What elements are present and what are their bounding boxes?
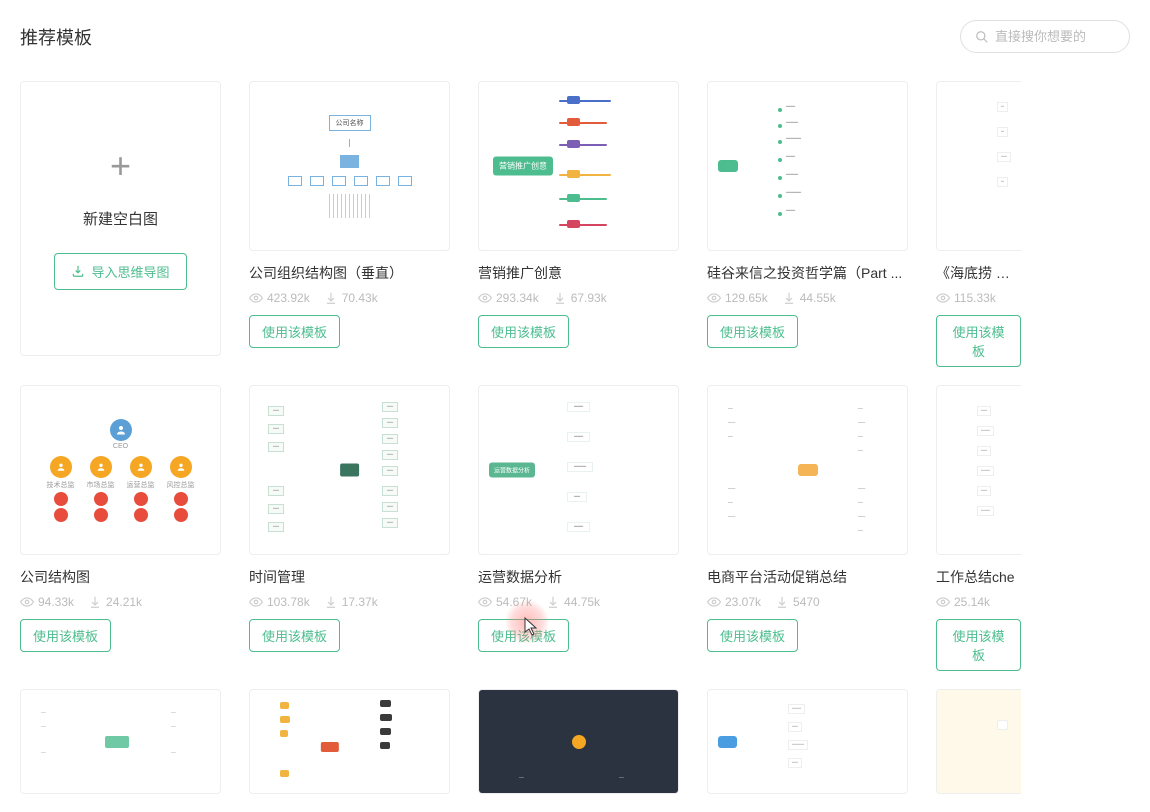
template-stats: 25.14k [936,595,1021,609]
template-thumbnail[interactable] [249,689,450,794]
template-title: 公司组织结构图（垂直） [249,263,450,283]
template-stats: 115.33k [936,291,1021,305]
use-template-button[interactable]: 使用该模板 [707,619,798,652]
new-blank-card[interactable]: + 新建空白图 导入思维导图 [20,81,221,356]
import-label: 导入思维导图 [91,262,169,281]
template-thumbnail[interactable]: ━━━━━ ━━━━━━ [707,689,908,794]
views-icon [249,291,263,305]
template-stats: 423.92k 70.43k [249,291,450,305]
downloads-icon [553,291,567,305]
template-title: 硅谷来信之投资哲学篇（Part ... [707,263,908,283]
template-card: CEO 技术总监 市场总监 运营总监 风控总监 公司结构图 94.33k 24.… [20,385,221,671]
plus-icon: + [110,148,131,184]
downloads-icon [775,595,789,609]
template-title: 营销推广创意 [478,263,679,283]
views-icon [478,595,492,609]
search-input[interactable] [995,29,1115,44]
downloads-icon [324,291,338,305]
template-title: 时间管理 [249,567,450,587]
template-stats: 23.07k 5470 [707,595,908,609]
downloads-icon [546,595,560,609]
views-icon [707,595,721,609]
page-title: 推荐模板 [20,24,92,50]
template-card: ━━━━━━ ━━━━━━ ━━━━━━ ━━━━ ━━━━━━ 时间管理 10… [249,385,450,671]
new-blank-label: 新建空白图 [83,208,158,229]
use-template-button[interactable]: 使用该模板 [20,619,111,652]
template-card: ━━━ ━━━━ ━━━━━ ━━━ ━━━━ ━━━━━ ━━━ 硅谷来信之投… [707,81,908,367]
template-title: 运营数据分析 [478,567,679,587]
template-card: ━━━━ ━━━━ ━━━━ [20,689,221,794]
template-card: ━━━ ━━━━ ━━━━ ━━━━ 《海底捞 你学 115.33k 使用该模板 [936,81,1021,367]
downloads-icon [782,291,796,305]
template-thumbnail[interactable]: ━━━ ━━━━ ━━━━ ━━━━ [936,81,1021,251]
downloads-icon [324,595,338,609]
views-icon [707,291,721,305]
use-template-button[interactable]: 使用该模板 [936,315,1021,367]
template-thumbnail[interactable]: ━━━━ ━━━━ ━━━━ [20,689,221,794]
template-thumbnail[interactable]: ━━━━━ ━━━━━ ━━━━━ [936,385,1021,555]
template-card: 公司名称 公司组织结构图（垂直） 423.92k 70.43k 使用该模板 [249,81,450,367]
template-card: ━━━━━ ━━━━━ ━━━━━ ━━━━━ ━━━━ ━━━━━ ━━━━━… [707,385,908,671]
template-thumbnail[interactable]: 公司名称 [249,81,450,251]
views-icon [936,595,950,609]
use-template-button[interactable]: 使用该模板 [249,315,340,348]
template-thumbnail[interactable]: ━━━━ [478,689,679,794]
views-icon [478,291,492,305]
template-card: 运营数据分析 ━━━ ━━━ ━━━━ ━━ ━━━ 运营数据分析 54.67k… [478,385,679,671]
views-icon [936,291,950,305]
template-thumbnail[interactable]: ━━━━━ ━━━━━ ━━━━━ ━━━━━ ━━━━ ━━━━━ ━━━━━ [707,385,908,555]
template-stats: 103.78k 17.37k [249,595,450,609]
template-thumbnail[interactable]: 运营数据分析 ━━━ ━━━ ━━━━ ━━ ━━━ [478,385,679,555]
template-title: 工作总结che [936,567,1021,587]
template-thumbnail[interactable] [936,689,1021,794]
template-card: ━━━━━ ━━━━━━ [707,689,908,794]
downloads-icon [88,595,102,609]
views-icon [20,595,34,609]
template-title: 公司结构图 [20,567,221,587]
template-thumbnail[interactable]: CEO 技术总监 市场总监 运营总监 风控总监 [20,385,221,555]
template-card [936,689,1021,794]
template-stats: 129.65k 44.55k [707,291,908,305]
thumb-center-node: 营销推广创意 [493,157,553,176]
template-stats: 293.34k 67.93k [478,291,679,305]
use-template-button[interactable]: 使用该模板 [478,619,569,652]
template-thumbnail[interactable]: ━━━━━━ ━━━━━━ ━━━━━━ ━━━━ ━━━━━━ [249,385,450,555]
use-template-button[interactable]: 使用该模板 [478,315,569,348]
search-icon [975,30,989,44]
import-mindmap-button[interactable]: 导入思维导图 [54,253,186,290]
template-thumbnail[interactable]: ━━━ ━━━━ ━━━━━ ━━━ ━━━━ ━━━━━ ━━━ [707,81,908,251]
use-template-button[interactable]: 使用该模板 [707,315,798,348]
template-title: 电商平台活动促销总结 [707,567,908,587]
template-card: ━━━━━ ━━━━━ ━━━━━ 工作总结che 25.14k 使用该模板 [936,385,1021,671]
template-card: 营销推广创意 营销推广创意 293.34k 67.93k [478,81,679,367]
search-box[interactable] [960,20,1130,53]
template-card [249,689,450,794]
use-template-button[interactable]: 使用该模板 [249,619,340,652]
import-icon [71,264,85,278]
use-template-button[interactable]: 使用该模板 [936,619,1021,671]
template-card: ━━━━ [478,689,679,794]
thumb-root-node: 公司名称 [329,115,371,131]
template-thumbnail[interactable]: 营销推广创意 [478,81,679,251]
template-stats: 94.33k 24.21k [20,595,221,609]
template-stats: 54.67k 44.75k [478,595,679,609]
template-title: 《海底捞 你学 [936,263,1021,283]
views-icon [249,595,263,609]
